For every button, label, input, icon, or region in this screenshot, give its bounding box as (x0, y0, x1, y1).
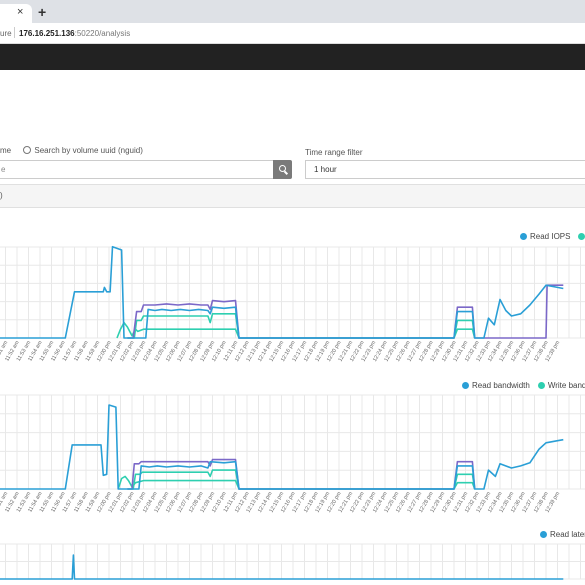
url-text[interactable]: 176.16.251.136:50220/analysis (19, 29, 130, 38)
legend-dot-icon (462, 381, 469, 389)
search-input-value: e (1, 165, 6, 174)
address-bar[interactable]: ure 176.16.251.136:50220/analysis (0, 23, 585, 44)
search-input[interactable]: e (0, 160, 274, 179)
legend-write-bandwidth[interactable]: Write bandw (537, 381, 585, 390)
radio-uuid[interactable] (23, 146, 32, 155)
search-icon-handle (283, 171, 288, 175)
legend-label: Read bandwidth (472, 381, 530, 390)
address-separator (14, 27, 15, 38)
legend-label: Write bandw (547, 381, 585, 390)
legend-write-iops[interactable]: W (578, 232, 585, 241)
legend-read-bandwidth[interactable]: Read bandwidth (462, 381, 530, 390)
app-navbar (0, 44, 585, 70)
search-button[interactable] (273, 160, 292, 179)
latency-chart[interactable] (0, 542, 585, 585)
legend-label: Read IOPS (530, 232, 571, 241)
time-range-label: Time range filter (305, 148, 363, 157)
panel-title: ) (0, 191, 3, 200)
new-tab-icon[interactable]: + (38, 4, 46, 20)
panel-heading: ) (0, 184, 585, 208)
series-line-teal-low[interactable] (117, 475, 476, 490)
browser-tab-bar: × + (0, 0, 585, 23)
radio-uuid-label[interactable]: Search by volume uuid (nguid) (34, 146, 143, 155)
series-line-teal-mid[interactable] (127, 313, 476, 339)
tab-close-icon[interactable]: × (17, 6, 23, 18)
series-line-purple[interactable] (127, 458, 476, 490)
legend-dot-icon (578, 232, 585, 240)
browser-tab[interactable]: × (0, 4, 32, 23)
time-range-value: 1 hour (314, 165, 337, 174)
search-mode-radios: me Search by volume uuid (nguid) (0, 146, 143, 155)
time-range-select[interactable]: 1 hour (305, 160, 585, 179)
iops-chart[interactable]: 11:50 am11:51 am11:52 am11:53 am11:54 am… (0, 245, 585, 380)
legend-dot-icon (520, 232, 527, 240)
series-line-teal-low[interactable] (116, 321, 476, 339)
url-path: :50220/analysis (74, 29, 131, 38)
legend-label: Read laten (550, 530, 585, 539)
radio-name-label[interactable]: me (0, 146, 11, 155)
bandwidth-chart[interactable]: 11:50 am11:51 am11:52 am11:53 am11:54 am… (0, 393, 585, 533)
legend-read-iops[interactable]: Read IOPS (520, 232, 570, 241)
iops-legend: Read IOPS W (520, 232, 585, 241)
series-line-teal-mid[interactable] (127, 469, 476, 490)
legend-read-latency[interactable]: Read laten (540, 530, 585, 539)
legend-dot-icon (540, 530, 547, 538)
security-indicator[interactable]: ure (0, 29, 12, 38)
legend-dot-icon (537, 381, 545, 389)
bandwidth-legend: Read bandwidth Write bandw (462, 381, 585, 390)
latency-legend: Read laten (540, 530, 585, 539)
url-host: 176.16.251.136 (19, 29, 75, 38)
